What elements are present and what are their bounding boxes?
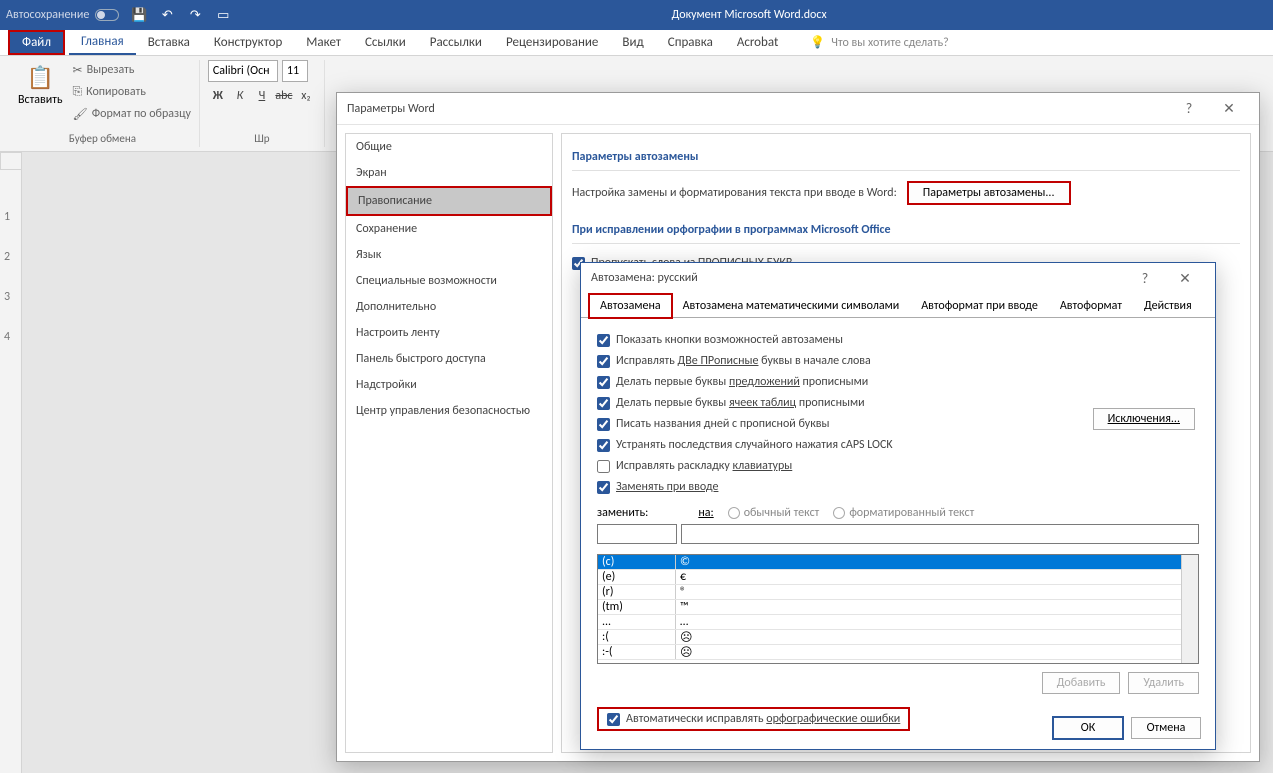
autocorrect-title: Автозамена: русский [591, 271, 698, 285]
autocorrect-options-button[interactable]: Параметры автозамены... [907, 181, 1071, 205]
undo-icon[interactable]: ↶ [159, 7, 175, 23]
table-row: (tm)™ [598, 600, 1198, 615]
document-title: Документ Microsoft Word.docx [231, 8, 1267, 22]
ruler-corner [0, 152, 22, 170]
tab-autocorrect[interactable]: Автозамена [589, 294, 672, 318]
section-spelling-office: При исправлении орфографии в программах … [572, 217, 1240, 244]
underline-button[interactable]: Ч [252, 86, 272, 106]
italic-button[interactable]: К [230, 86, 250, 106]
bold-button[interactable]: Ж [208, 86, 228, 106]
tab-math-autocorrect[interactable]: Автозамена математическими символами [672, 294, 911, 318]
sidebar-item-save[interactable]: Сохранение [346, 216, 552, 242]
tab-acrobat[interactable]: Acrobat [725, 30, 791, 55]
ribbon-tabs: Файл Главная Вставка Конструктор Макет С… [0, 30, 1273, 56]
sidebar-item-proofing[interactable]: Правописание [346, 186, 552, 216]
checkbox-capitalize-sentences[interactable]: Делать первые буквы предложений прописны… [597, 373, 1199, 391]
clipboard-icon: 📋 [27, 64, 54, 91]
sidebar-item-customize-ribbon[interactable]: Настроить ленту [346, 320, 552, 346]
strike-button[interactable]: abc [274, 86, 294, 106]
tab-actions[interactable]: Действия [1133, 294, 1203, 318]
tab-design[interactable]: Конструктор [202, 30, 294, 55]
titlebar: Автосохранение 💾 ↶ ↷ ▭ Документ Microsof… [0, 0, 1273, 30]
table-row: (c)© [598, 555, 1198, 570]
sidebar-item-general[interactable]: Общие [346, 134, 552, 160]
scissors-icon: ✂ [73, 63, 83, 78]
delete-button[interactable]: Удалить [1128, 672, 1199, 694]
checkbox-show-buttons[interactable]: Показать кнопки возможностей автозамены [597, 331, 1199, 349]
sidebar-item-display[interactable]: Экран [346, 160, 552, 186]
tab-view[interactable]: Вид [610, 30, 655, 55]
redo-icon[interactable]: ↷ [187, 7, 203, 23]
close-button[interactable]: ✕ [1165, 264, 1205, 292]
table-row: (r)® [598, 585, 1198, 600]
ok-button[interactable]: ОК [1053, 717, 1123, 739]
help-button[interactable]: ? [1169, 95, 1209, 123]
tab-home[interactable]: Главная [69, 30, 136, 55]
tab-insert[interactable]: Вставка [136, 30, 202, 55]
checkbox-auto-spelling[interactable]: Автоматически исправлять орфографические… [597, 707, 910, 731]
with-input[interactable] [681, 524, 1199, 544]
font-name-combo[interactable]: Calibri (Осн [208, 60, 278, 82]
table-row: :-(☹ [598, 645, 1198, 660]
sidebar-item-trust[interactable]: Центр управления безопасностью [346, 398, 552, 424]
sidebar-item-qat[interactable]: Панель быстрого доступа [346, 346, 552, 372]
cut-button[interactable]: ✂Вырезать [73, 60, 191, 80]
dialog-title: Параметры Word [347, 102, 435, 116]
subscript-button[interactable]: x₂ [296, 86, 316, 106]
vertical-ruler: 1 2 3 4 [0, 170, 22, 773]
exceptions-button[interactable]: Исключения... [1093, 408, 1195, 430]
tab-references[interactable]: Ссылки [353, 30, 418, 55]
font-group-label: Шр [208, 132, 316, 147]
paste-button[interactable]: 📋 Вставить [14, 60, 67, 124]
tab-mailings[interactable]: Рассылки [418, 30, 494, 55]
table-row: :(☹ [598, 630, 1198, 645]
brush-icon: 🖌 [73, 107, 88, 122]
options-sidebar: Общие Экран Правописание Сохранение Язык… [345, 133, 553, 753]
autocorrect-table[interactable]: (c)© (e)€ (r)® (tm)™ ...… :(☹ :-(☹ [597, 554, 1199, 664]
checkbox-capslock[interactable]: Устранять последствия случайного нажатия… [597, 436, 1199, 454]
help-button[interactable]: ? [1125, 264, 1165, 292]
touch-mode-icon[interactable]: ▭ [215, 7, 231, 23]
tab-review[interactable]: Рецензирование [494, 30, 610, 55]
sidebar-item-ease[interactable]: Специальные возможности [346, 268, 552, 294]
checkbox-two-caps[interactable]: Исправлять ДВе ПРописные буквы в начале … [597, 352, 1199, 370]
add-button[interactable]: Добавить [1042, 672, 1121, 694]
copy-button[interactable]: ⎘Копировать [73, 82, 191, 102]
with-label: на: [698, 506, 713, 520]
tab-autoformat[interactable]: Автоформат [1049, 294, 1133, 318]
sidebar-item-addins[interactable]: Надстройки [346, 372, 552, 398]
lightbulb-icon: 💡 [810, 35, 825, 50]
tab-file[interactable]: Файл [8, 30, 65, 55]
table-row: (e)€ [598, 570, 1198, 585]
sidebar-item-advanced[interactable]: Дополнительно [346, 294, 552, 320]
replace-label: заменить: [597, 506, 648, 520]
tell-me-search[interactable]: 💡 Что вы хотите сделать? [810, 35, 948, 50]
section-autocorrect-params: Параметры автозамены [572, 144, 1240, 171]
autosave-toggle[interactable]: Автосохранение [6, 8, 119, 22]
cancel-button[interactable]: Отмена [1131, 717, 1201, 739]
autocorrect-dialog: Автозамена: русский ? ✕ Автозамена Автоз… [580, 262, 1216, 750]
tab-layout[interactable]: Макет [294, 30, 353, 55]
autocorrect-setting-text: Настройка замены и форматирования текста… [572, 186, 897, 200]
table-row: ...… [598, 615, 1198, 630]
font-size-combo[interactable]: 11 [282, 60, 308, 82]
radio-formatted-text[interactable]: форматированный текст [833, 506, 974, 520]
tab-autoformat-typing[interactable]: Автоформат при вводе [910, 294, 1049, 318]
checkbox-keyboard-layout[interactable]: Исправлять раскладку клавиатуры [597, 457, 1199, 475]
close-button[interactable]: ✕ [1209, 95, 1249, 123]
save-icon[interactable]: 💾 [131, 7, 147, 23]
sidebar-item-language[interactable]: Язык [346, 242, 552, 268]
tab-help[interactable]: Справка [656, 30, 725, 55]
checkbox-replace-text[interactable]: Заменять при вводе [597, 478, 1199, 496]
radio-plain-text[interactable]: обычный текст [728, 506, 820, 520]
copy-icon: ⎘ [73, 85, 83, 99]
scrollbar[interactable] [1181, 555, 1198, 663]
format-painter-button[interactable]: 🖌Формат по образцу [73, 104, 191, 124]
replace-input[interactable] [597, 524, 677, 544]
clipboard-group-label: Буфер обмена [14, 132, 191, 147]
